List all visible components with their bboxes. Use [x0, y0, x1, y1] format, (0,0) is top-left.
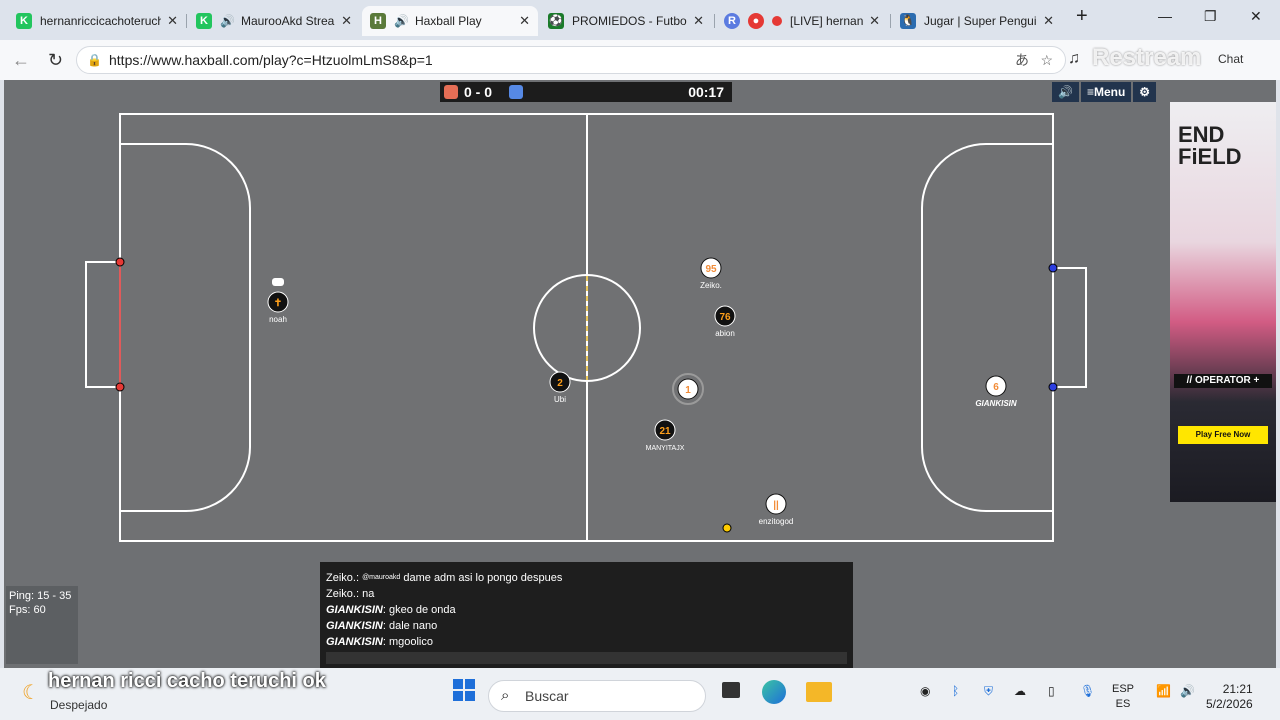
player-number: 21 — [659, 426, 671, 437]
chat-bubble-icon — [272, 278, 284, 286]
network-stats: Ping: 15 - 35 Fps: 60 — [6, 586, 78, 664]
left-goalpost-top — [115, 257, 125, 267]
chat-panel: Zeiko.: @mauroakd dame adm asi lo pongo … — [320, 562, 853, 668]
player-name: abion — [715, 329, 735, 338]
clock[interactable]: 21:21 5/2/2026 — [1206, 682, 1253, 712]
search-icon: ⌕ — [501, 687, 510, 704]
score-text: 0 - 0 — [464, 84, 493, 100]
player-name: GIANKISIN — [975, 399, 1017, 408]
player-name: Ubi — [554, 395, 566, 404]
task-view-icon[interactable] — [722, 682, 740, 698]
scoreboard: 0 - 0 00:17 — [440, 82, 732, 102]
edge-browser-icon[interactable] — [762, 680, 786, 704]
left-goalpost-bottom — [115, 382, 125, 392]
player-name: enzitogod — [759, 517, 794, 526]
volume-icon[interactable]: 🔊 — [1180, 684, 1195, 698]
usb-icon[interactable]: ▯ — [1048, 684, 1055, 698]
sound-button[interactable]: 🔊 — [1052, 82, 1079, 102]
ping-text: Ping: 15 - 35 — [9, 590, 72, 602]
right-goal — [1053, 267, 1087, 388]
taskbar-search[interactable]: ⌕ Buscar — [488, 680, 706, 712]
right-goalpost-bottom — [1048, 382, 1058, 392]
player-zeiko: 95 Zeiko. — [700, 257, 722, 290]
player-number: 95 — [705, 264, 717, 275]
game-controls: 🔊 ≡Menu ⚙ — [1052, 82, 1157, 102]
ad-brand: END FiELD — [1178, 122, 1242, 169]
fps-text: Fps: 60 — [9, 604, 46, 616]
player-number: 6 — [993, 382, 999, 393]
microphone-icon[interactable]: 🎙 — [1080, 684, 1095, 698]
bluetooth-icon[interactable]: ᛒ — [952, 684, 959, 698]
player-name: Zeiko. — [700, 281, 722, 290]
weather-text[interactable]: Despejado — [50, 698, 107, 712]
right-goalpost-top — [1048, 263, 1058, 273]
cloud-icon[interactable]: ☁ — [1014, 684, 1026, 698]
windows-start-icon[interactable] — [452, 678, 476, 702]
red-team-swatch — [444, 85, 458, 99]
chat-input[interactable] — [326, 652, 847, 664]
security-shield-icon[interactable]: ⛨ — [984, 684, 993, 699]
stream-caption: hernan ricci cacho teruchi ok — [48, 670, 326, 692]
language-indicator[interactable]: ESP ES — [1112, 682, 1134, 712]
wifi-icon[interactable]: 📶 — [1156, 684, 1171, 698]
match-timer: 00:17 — [688, 84, 724, 100]
app-tray-icon[interactable]: ◉ — [920, 684, 930, 698]
menu-button[interactable]: ≡Menu — [1080, 82, 1132, 102]
chat-line: Zeiko.: @mauroakd dame adm asi lo pongo … — [326, 572, 563, 584]
svg-text:1: 1 — [685, 385, 691, 396]
player-number: 2 — [557, 378, 563, 389]
chat-line: Zeiko.: na — [326, 588, 375, 600]
player-abion: 76 abion — [714, 305, 736, 338]
search-placeholder: Buscar — [525, 688, 569, 704]
svg-text:✝: ✝ — [274, 298, 282, 309]
settings-gear-icon[interactable]: ⚙ — [1133, 82, 1157, 102]
chat-line: GIANKISIN: mgoolico — [326, 636, 433, 648]
file-explorer-icon[interactable] — [806, 682, 832, 702]
advertisement-banner[interactable]: END FiELD // OPERATOR + Play Free Now — [1170, 102, 1276, 502]
ad-play-button[interactable]: Play Free Now — [1178, 426, 1268, 444]
chat-line: GIANKISIN: gkeo de onda — [326, 604, 456, 616]
weather-moon-icon[interactable]: ☾ — [22, 680, 40, 705]
player-name: MANYITAJX — [646, 445, 685, 452]
chat-line: GIANKISIN: dale nano — [326, 620, 438, 632]
player-self: 1 — [672, 373, 704, 405]
left-goal — [85, 261, 120, 388]
svg-text:||: || — [773, 500, 779, 511]
player-name: noah — [269, 315, 287, 324]
player-number: 76 — [719, 312, 731, 323]
ad-operator-label: // OPERATOR + — [1174, 374, 1272, 388]
ball — [722, 523, 732, 533]
blue-team-swatch — [509, 85, 523, 99]
